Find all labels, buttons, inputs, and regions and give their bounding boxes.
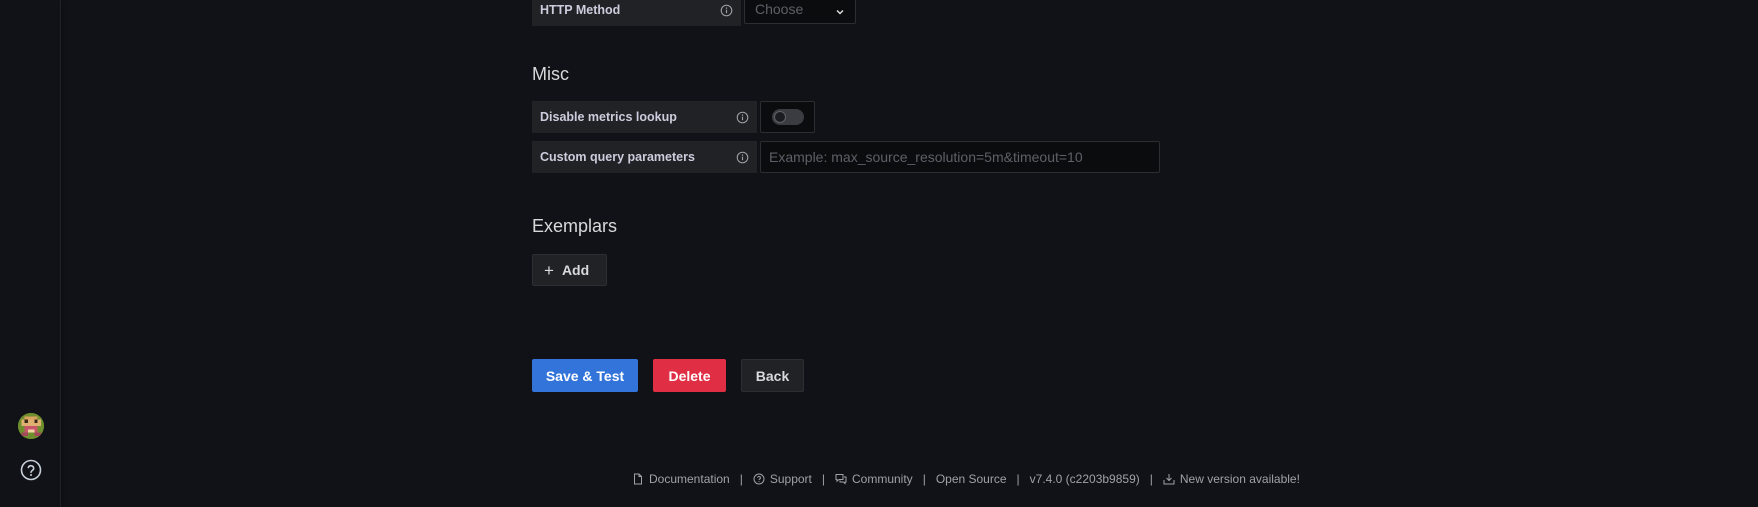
info-icon[interactable] [736,111,749,124]
footer-separator: | [1149,472,1153,486]
custom-query-parameters-row: Custom query parameters [532,141,757,173]
support-link[interactable]: Support [753,472,812,486]
documentation-link[interactable]: Documentation [632,472,730,486]
footer-separator: | [922,472,926,486]
custom-query-parameters-label-box: Custom query parameters [532,141,757,173]
document-icon [632,473,644,485]
http-method-row: HTTP Method Choose [532,0,856,26]
exemplars-section-title: Exemplars [532,216,618,236]
help-icon[interactable] [19,458,43,482]
footer-separator: | [1016,472,1020,486]
add-exemplar-button[interactable]: + Add [532,254,607,286]
version-label: v7.4.0 (c2203b9859) [1029,472,1140,486]
open-source-link[interactable]: Open Source [936,472,1007,486]
question-circle-icon [753,473,765,485]
http-method-label: HTTP Method [540,3,621,17]
misc-section-title: Misc [532,64,569,84]
footer-separator: | [821,472,825,486]
disable-metrics-lookup-label-box: Disable metrics lookup [532,101,757,133]
download-icon [1163,473,1175,485]
community-link[interactable]: Community [835,472,913,486]
disable-metrics-lookup-toggle-container [760,101,815,133]
side-menu [0,0,61,507]
support-link-label: Support [769,472,812,486]
disable-metrics-lookup-label: Disable metrics lookup [540,110,677,124]
version-info: v7.4.0 (c2203b9859) [1030,472,1140,486]
http-method-label-box: HTTP Method [532,0,741,26]
delete-button[interactable]: Delete [653,359,726,392]
open-source-link-label: Open Source [935,472,1007,486]
custom-query-parameters-input[interactable] [760,141,1160,173]
chevron-down-icon [835,4,845,15]
add-exemplar-label: Add [561,262,590,278]
new-version-label: New version available! [1179,472,1300,486]
community-link-label: Community [852,472,913,486]
info-icon[interactable] [736,151,749,164]
save-test-button[interactable]: Save & Test [532,359,638,392]
toggle-knob [773,111,786,123]
back-button[interactable]: Back [741,359,804,392]
footer-separator: | [739,472,743,486]
info-icon[interactable] [720,4,733,17]
disable-metrics-lookup-row: Disable metrics lookup [532,101,757,133]
comments-icon [835,473,847,485]
documentation-link-label: Documentation [649,472,730,486]
plus-icon: + [544,260,554,280]
footer: Documentation | Support | Community | Op… [632,472,1300,486]
user-avatar[interactable] [18,413,44,439]
disable-metrics-lookup-toggle[interactable] [771,109,804,125]
custom-query-parameters-label: Custom query parameters [540,150,695,164]
new-version-link[interactable]: New version available! [1163,472,1300,486]
http-method-select-value: Choose [755,1,804,17]
http-method-select[interactable]: Choose [744,0,856,24]
